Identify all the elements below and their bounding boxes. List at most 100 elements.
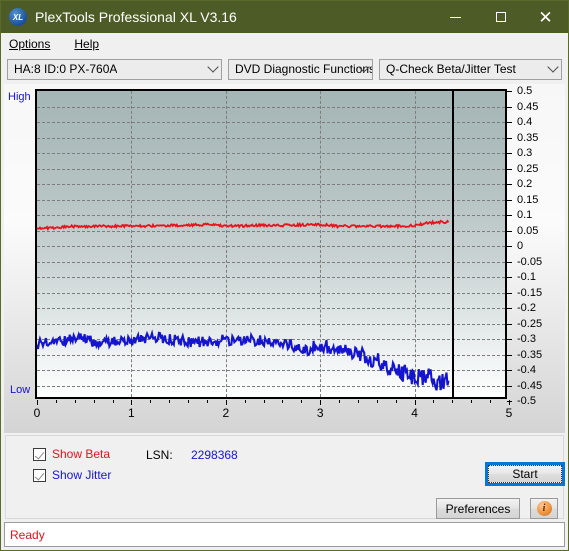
x-tick-label: 2 (222, 406, 230, 420)
series-beta (37, 221, 448, 229)
maximize-icon (495, 12, 506, 22)
x-tick-mark (225, 400, 227, 405)
selector-toolbar: HA:8 ID:0 PX-760A DVD Diagnostic Functio… (1, 54, 568, 84)
y-tick-mark (507, 199, 512, 201)
x-tick-mark (357, 400, 359, 403)
x-tick-mark (263, 400, 265, 403)
y-tick-mark (507, 184, 512, 185)
y-tick-label: 0.5 (517, 85, 533, 97)
y-tick-mark (507, 153, 512, 154)
x-tick-mark (414, 400, 416, 405)
x-tick-mark (206, 400, 208, 403)
x-tick-mark (169, 400, 171, 403)
start-button-label: Start (488, 465, 562, 483)
info-button[interactable]: i (530, 498, 558, 519)
app-window: XL PlexTools Professional XL V3.16 ✕ Opt… (0, 0, 569, 551)
test-select[interactable]: Q-Check Beta/Jitter Test (379, 58, 562, 80)
chart-series-lines (37, 91, 505, 397)
x-tick-label: 3 (316, 406, 324, 420)
drive-select-value: HA:8 ID:0 PX-760A (14, 62, 118, 76)
start-button[interactable]: Start (485, 462, 565, 486)
y-tick-label: 0.05 (517, 224, 539, 237)
menu-item-help[interactable]: Help (72, 37, 109, 51)
y-tick-label: 0.45 (517, 100, 539, 113)
y-tick-mark (507, 246, 512, 247)
y-tick-label: -0.4 (517, 364, 536, 376)
function-select[interactable]: DVD Diagnostic Functions (228, 58, 373, 80)
y-tick-mark (507, 215, 512, 216)
xl-logo-icon: XL (9, 8, 27, 26)
y-tick-label: -0.25 (517, 317, 543, 330)
y-tick-mark (507, 385, 512, 387)
chart-low-label: Low (10, 384, 31, 396)
show-jitter-checkbox[interactable] (33, 468, 46, 482)
y-tick-mark (507, 339, 512, 340)
info-icon: i (536, 501, 552, 516)
chevron-down-icon (204, 60, 221, 79)
y-tick-label: -0.05 (517, 255, 543, 268)
x-tick-mark (452, 400, 454, 403)
y-tick-mark (507, 168, 512, 170)
y-tick-label: 0.15 (517, 193, 539, 206)
chevron-down-icon (544, 60, 561, 79)
y-tick-mark (507, 323, 512, 325)
x-tick-mark (395, 400, 397, 403)
y-tick-mark (507, 91, 512, 92)
x-tick-label: 5 (505, 406, 513, 420)
y-tick-label: 0.4 (517, 116, 533, 128)
x-tick-label: 0 (33, 406, 41, 420)
drive-select[interactable]: HA:8 ID:0 PX-760A (7, 58, 222, 80)
chart-panel: High Low 0.5 0.45 0.4 0.35 0.3 0.25 0.2 0.15 0.1… (4, 84, 565, 433)
x-tick-mark (433, 400, 435, 403)
y-tick-label: -0.35 (517, 348, 543, 361)
preferences-button[interactable]: Preferences (436, 498, 520, 519)
close-button[interactable]: ✕ (523, 1, 568, 33)
series-jitter (37, 333, 448, 390)
x-tick-label: 1 (128, 406, 135, 420)
show-beta-checkbox[interactable] (33, 447, 46, 461)
y-tick-label: 0.25 (517, 162, 539, 175)
chart-y-axis: 0.5 0.45 0.4 0.35 0.3 0.25 0.2 0.15 0.1 0.05 0 -0.0… (507, 84, 569, 407)
minimize-button[interactable] (433, 1, 478, 33)
y-tick-label: 0 (517, 240, 524, 252)
maximize-button[interactable] (478, 1, 523, 33)
x-tick-mark (339, 400, 341, 403)
x-tick-mark (131, 400, 133, 405)
show-beta-row[interactable]: Show Beta (33, 447, 110, 461)
y-tick-label: 0.35 (517, 131, 539, 144)
chart-high-label: High (8, 91, 31, 103)
x-tick-mark (490, 400, 492, 403)
chart-x-axis: 0 1 2 3 4 5 (4, 400, 565, 426)
menu-item-options[interactable]: Options (7, 37, 60, 51)
y-tick-mark (507, 292, 512, 294)
chart-plot-area[interactable] (35, 89, 507, 399)
show-jitter-row[interactable]: Show Jitter (33, 468, 111, 482)
controls-panel: Show Beta Show Jitter LSN: 2298368 Start… (5, 435, 565, 519)
x-tick-mark (74, 400, 76, 403)
window-controls: ✕ (433, 1, 568, 33)
y-tick-label: -0.3 (517, 333, 536, 345)
preferences-button-label: Preferences (445, 501, 511, 516)
y-tick-label: 0.3 (517, 147, 533, 159)
y-tick-mark (507, 277, 512, 278)
test-select-value: Q-Check Beta/Jitter Test (386, 62, 516, 76)
y-tick-mark (507, 370, 512, 371)
y-tick-mark (507, 106, 512, 108)
menu-options-label: Options (9, 36, 51, 51)
lsn-label: LSN: (146, 448, 173, 462)
x-tick-mark (37, 400, 38, 405)
data-end-marker (452, 91, 455, 397)
y-tick-label: -0.45 (517, 379, 543, 392)
x-tick-mark (188, 400, 190, 403)
lsn-value: 2298368 (191, 448, 238, 462)
x-tick-mark (376, 400, 378, 403)
menu-help-label: Help (74, 36, 100, 51)
menu-bar: Options Help (1, 33, 568, 54)
x-tick-mark (55, 400, 57, 403)
x-tick-label: 4 (411, 406, 418, 420)
x-tick-mark (320, 400, 322, 405)
x-tick-mark (112, 400, 114, 403)
x-tick-mark (244, 400, 246, 403)
y-tick-mark (507, 354, 512, 356)
chevron-down-icon (355, 60, 372, 79)
